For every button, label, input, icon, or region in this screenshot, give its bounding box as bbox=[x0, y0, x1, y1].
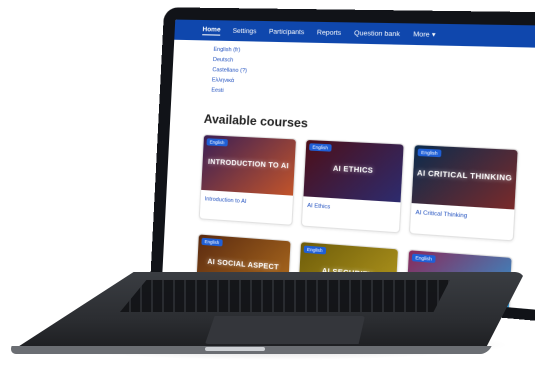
laptop-screen: Home Settings Participants Reports Quest… bbox=[162, 19, 535, 312]
keyboard-keys bbox=[120, 280, 450, 312]
language-badge: English bbox=[206, 138, 228, 147]
course-card[interactable]: English AI ETHICS AI Ethics bbox=[300, 138, 405, 234]
laptop-notch bbox=[205, 347, 265, 351]
language-badge: English bbox=[417, 148, 442, 158]
course-card[interactable]: English AI CRITICAL THINKING AI Critical… bbox=[408, 143, 519, 242]
course-image[interactable]: English AI CRITICAL THINKING bbox=[411, 145, 518, 210]
course-image[interactable]: English INTRODUCTION TO AI bbox=[201, 135, 296, 196]
nav-participants[interactable]: Participants bbox=[269, 28, 305, 36]
nav-home[interactable]: Home bbox=[202, 25, 221, 36]
top-navbar: Home Settings Participants Reports Quest… bbox=[174, 19, 535, 49]
nav-more[interactable]: More ▾ bbox=[413, 30, 436, 39]
course-card[interactable]: English INTRODUCTION TO AI Introduction … bbox=[198, 134, 298, 226]
nav-settings[interactable]: Settings bbox=[232, 27, 256, 35]
language-list: English (fr) Deutsch Castellano (?) Ελλη… bbox=[211, 45, 248, 97]
course-image[interactable]: English AI ETHICS bbox=[303, 139, 404, 203]
language-badge: English bbox=[201, 237, 223, 247]
language-badge: English bbox=[309, 143, 332, 152]
trackpad bbox=[205, 316, 365, 344]
nav-reports[interactable]: Reports bbox=[317, 29, 342, 37]
nav-question-bank[interactable]: Question bank bbox=[354, 29, 400, 37]
section-title: Available courses bbox=[203, 111, 309, 131]
laptop-mockup: Home Settings Participants Reports Quest… bbox=[0, 0, 535, 379]
language-link[interactable]: Eesti bbox=[211, 85, 246, 96]
